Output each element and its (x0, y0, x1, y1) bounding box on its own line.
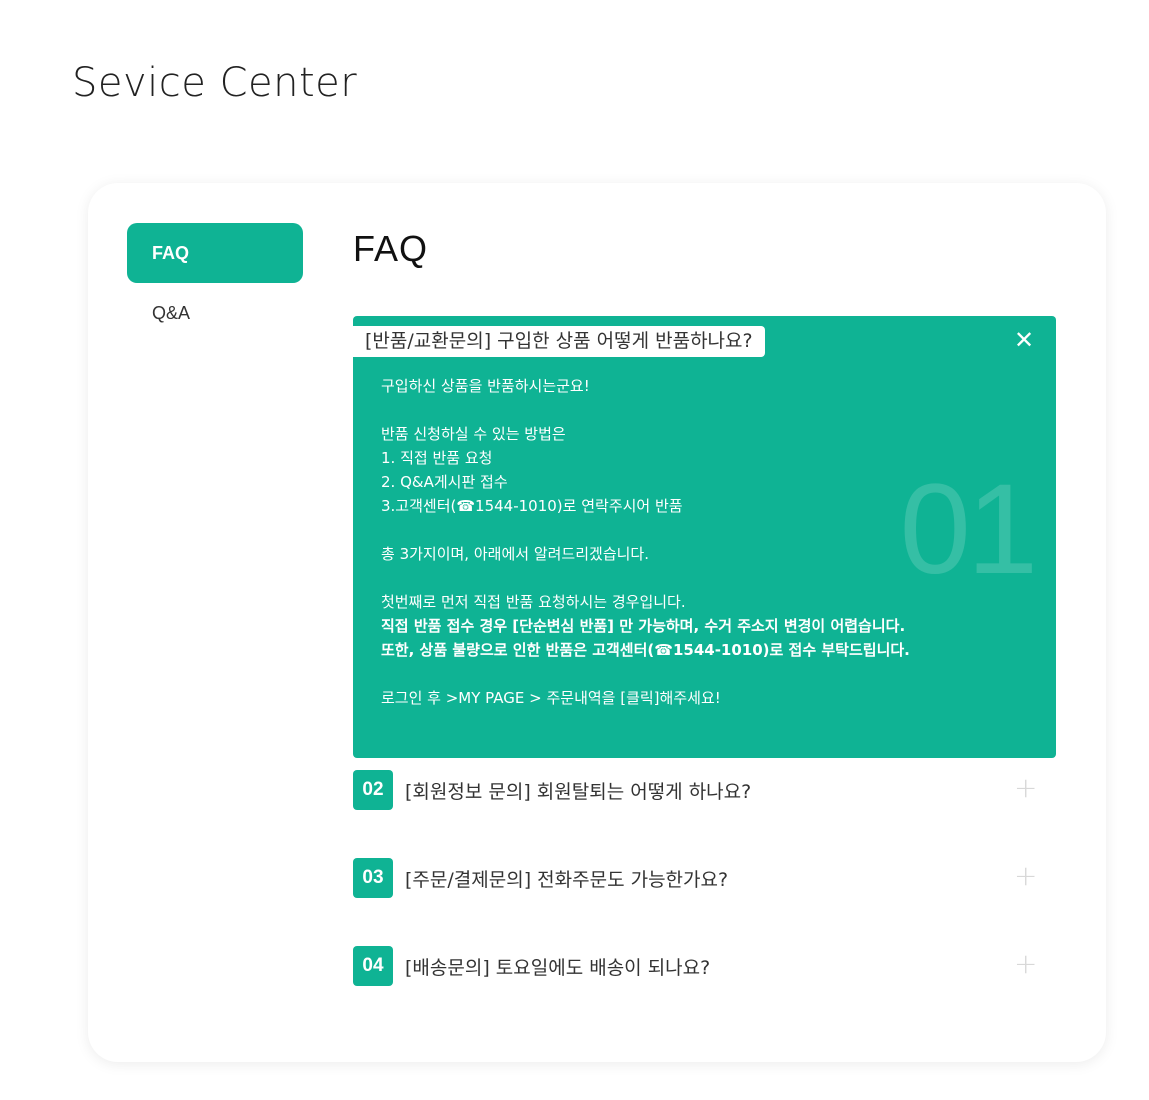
faq-number-badge: 03 (353, 858, 393, 898)
faq-item[interactable]: 02 [회원정보 문의] 회원탈퇴는 어떻게 하나요? + (353, 769, 1056, 811)
answer-line: 1. 직접 반품 요청 (381, 449, 493, 467)
answer-line (381, 518, 1001, 542)
faq-number-badge: 04 (353, 946, 393, 986)
answer-line: 직접 반품 접수 경우 [단순변심 반품] 만 가능하며, 수거 주소지 변경이… (381, 617, 906, 635)
sidebar-item-faq[interactable]: FAQ (127, 223, 303, 283)
answer-line: 반품 신청하실 수 있는 방법은 (381, 425, 566, 443)
faq-item[interactable]: 04 [배송문의] 토요일에도 배송이 되나요? + (353, 945, 1056, 987)
answer-line: 로그인 후 >MY PAGE > 주문내역을 [클릭]해주세요! (381, 689, 721, 707)
faq-question: [회원정보 문의] 회원탈퇴는 어떻게 하나요? (405, 780, 752, 803)
answer-line: 3.고객센터(☎1544-1010)로 연락주시어 반품 (381, 497, 683, 515)
plus-icon[interactable]: + (1014, 774, 1037, 802)
answer-line: 첫번째로 먼저 직접 반품 요청하시는 경우입니다. (381, 593, 686, 611)
plus-icon[interactable]: + (1014, 950, 1037, 978)
sidebar: FAQ Q&A (127, 223, 303, 343)
answer-line: 2. Q&A게시판 접수 (381, 473, 508, 491)
answer-line (381, 662, 1001, 686)
faq-question[interactable]: [반품/교환문의] 구입한 상품 어떻게 반품하나요? (353, 326, 765, 357)
answer-line: 총 3가지이며, 아래에서 알려드리겠습니다. (381, 545, 649, 563)
sidebar-item-qna[interactable]: Q&A (127, 283, 303, 343)
sidebar-item-label: Q&A (152, 302, 191, 323)
answer-line: 구입하신 상품을 반품하시는군요! (381, 377, 590, 395)
service-center-card: FAQ Q&A FAQ [반품/교환문의] 구입한 상품 어떻게 반품하나요? … (88, 183, 1106, 1062)
answer-line: 또한, 상품 불량으로 인한 반품은 고객센터(☎1544-1010)로 접수 … (381, 641, 910, 659)
faq-question: [주문/결제문의] 전화주문도 가능한가요? (405, 868, 729, 891)
section-title: FAQ (353, 228, 429, 269)
sidebar-item-label: FAQ (152, 242, 190, 263)
faq-item-open: [반품/교환문의] 구입한 상품 어떻게 반품하나요? ✕ 01 구입하신 상품… (353, 316, 1056, 758)
faq-number-badge: 02 (353, 770, 393, 810)
faq-item[interactable]: 03 [주문/결제문의] 전화주문도 가능한가요? + (353, 857, 1056, 899)
close-icon[interactable]: ✕ (1012, 328, 1036, 352)
answer-line (381, 566, 1001, 590)
faq-panel: FAQ [반품/교환문의] 구입한 상품 어떻게 반품하나요? ✕ 01 구입하… (353, 223, 1056, 986)
answer-line (381, 398, 1001, 422)
faq-question: [배송문의] 토요일에도 배송이 되나요? (405, 956, 711, 979)
plus-icon[interactable]: + (1014, 862, 1037, 890)
page-title: Sevice Center (72, 60, 358, 106)
faq-answer: 구입하신 상품을 반품하시는군요! 반품 신청하실 수 있는 방법은 1. 직접 반… (381, 374, 1001, 710)
